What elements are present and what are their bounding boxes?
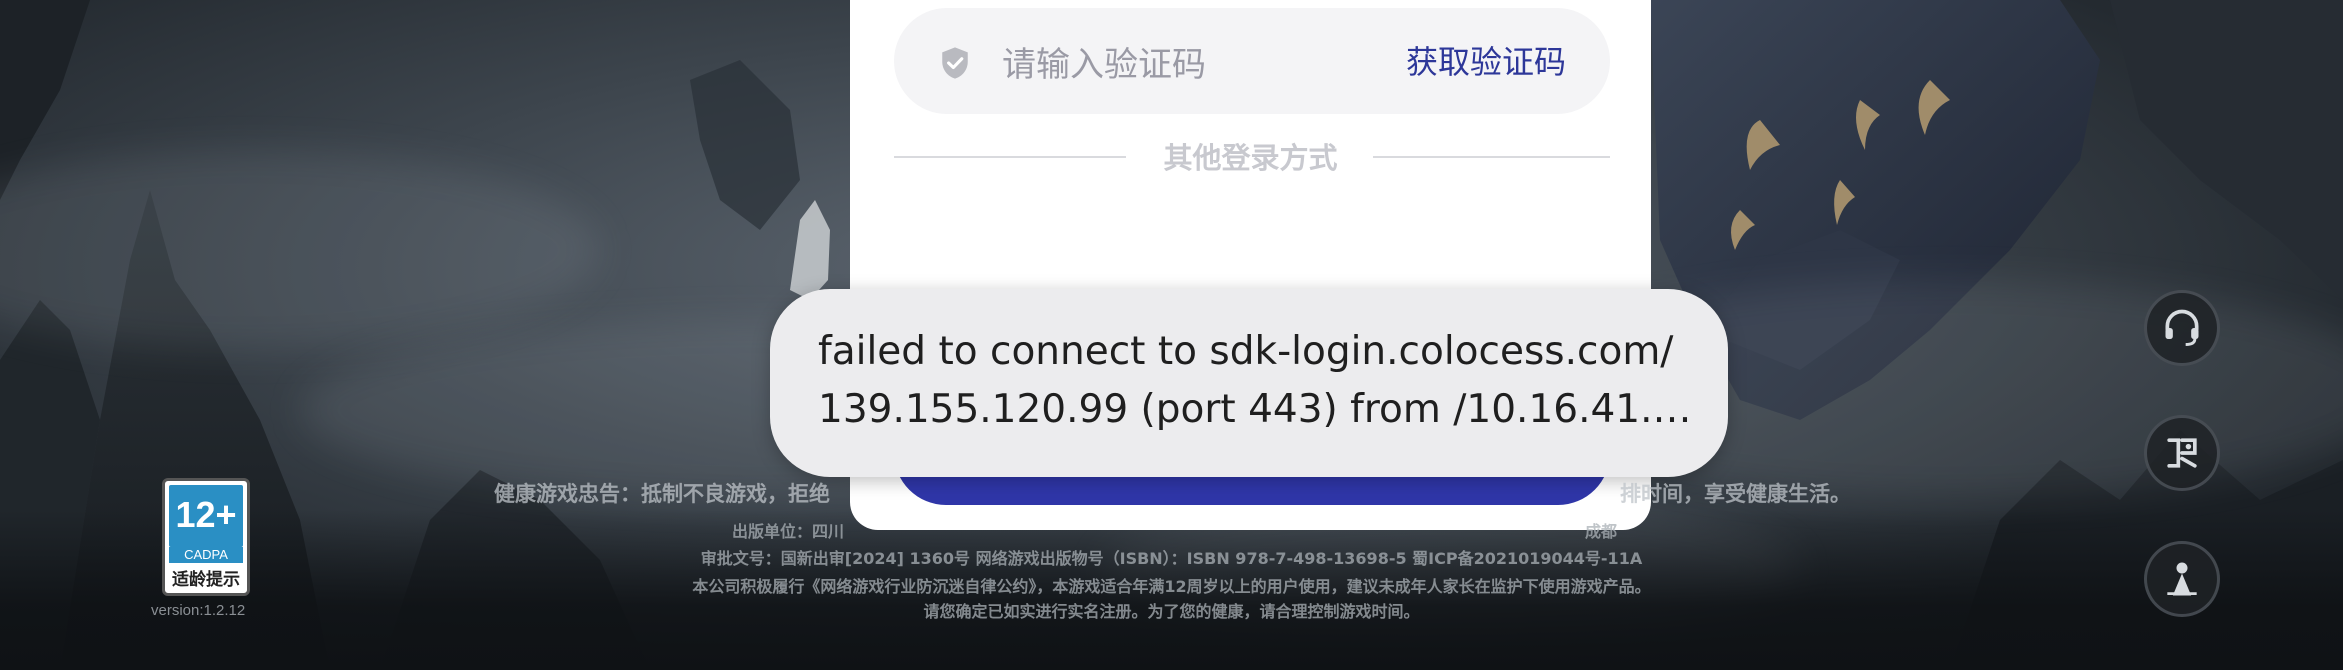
verification-code-field[interactable]: 请输入验证码 获取验证码 [894,8,1610,114]
divider-right [1373,156,1610,158]
toast-line-2: 139.155.120.99 (port 443) from /10.16.41… [818,387,1692,432]
health-notice-right: 排时间，享受健康生活。 [1620,482,1851,506]
gift-icon [2167,438,2197,468]
anti-addiction-notice: 本公司积极履行《网络游戏行业防沉迷自律公约》，本游戏适合年满12周岁以上的用户使… [692,577,1651,596]
gift-code-button[interactable] [2144,415,2220,491]
verification-code-placeholder[interactable]: 请输入验证码 [1002,37,1206,86]
publisher-right: 成都 [1585,522,1618,541]
error-toast: failed to connect to sdk-login.colocess.… [770,289,1728,477]
customer-service-button[interactable] [2144,290,2220,366]
headset-icon [2165,309,2199,346]
toast-line-1: failed to connect to sdk-login.colocess.… [818,329,1674,374]
realname-notice: 请您确定已如实进行实名注册。为了您的健康，请合理控制游戏时间。 [923,602,1420,621]
health-notice-left: 健康游戏忠告：抵制不良游戏，拒绝 [494,482,830,506]
get-code-button[interactable]: 获取验证码 [1406,37,1566,83]
approval-info: 审批文号：国新出审[2024] 1360号 网络游戏出版物号（ISBN）：ISB… [700,549,1643,568]
publisher-left: 出版单位：四川 [732,522,845,541]
age-rating: 12+ [169,485,243,547]
shield-icon [942,47,968,79]
